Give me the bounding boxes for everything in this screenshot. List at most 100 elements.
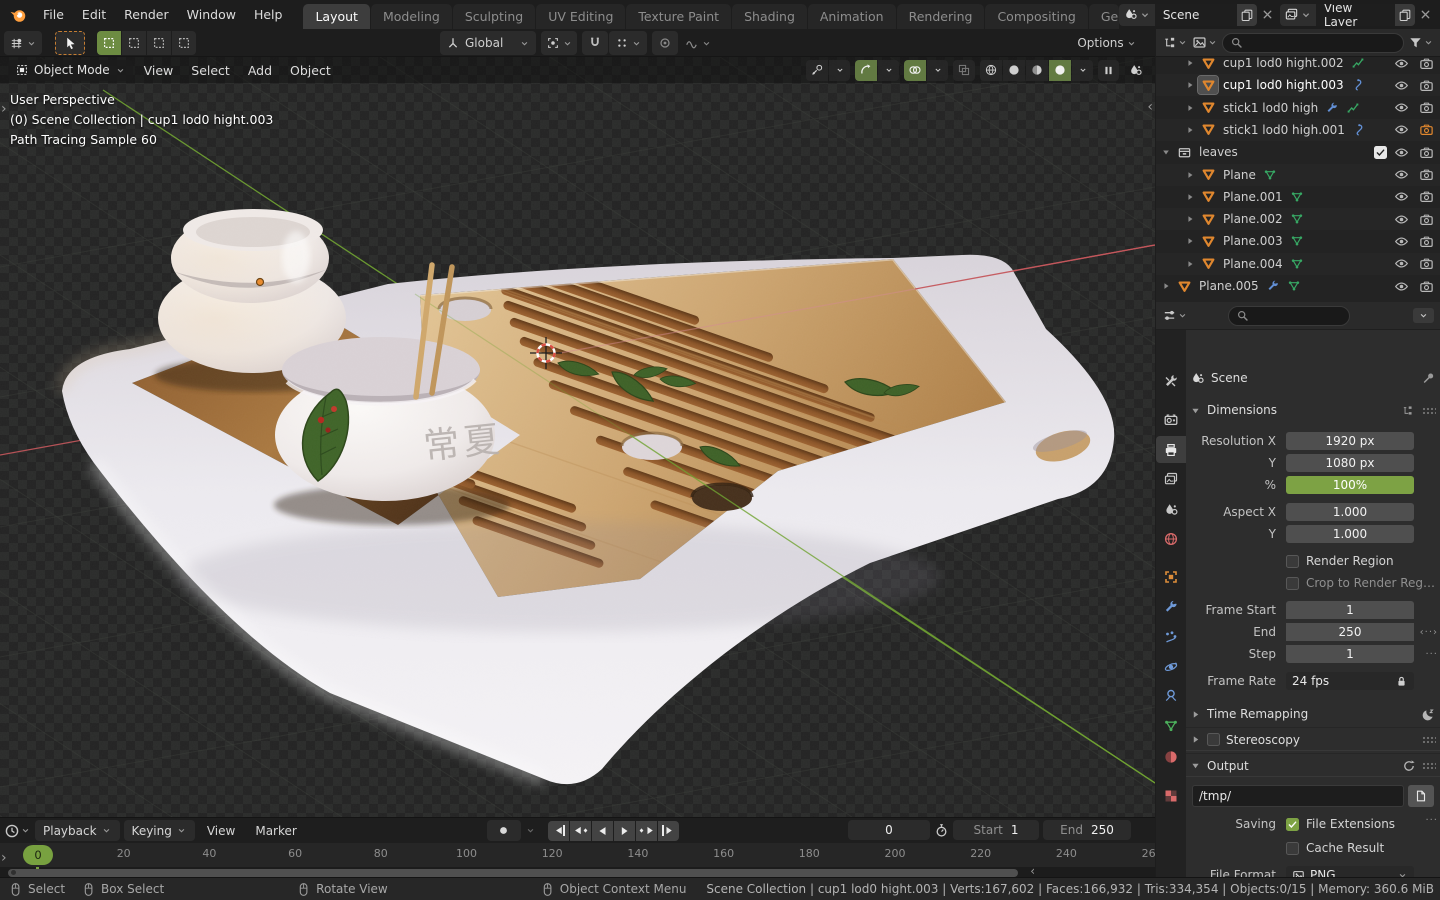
extras-decorator[interactable]: ···	[1425, 649, 1438, 660]
outliner-search-input[interactable]	[1222, 33, 1404, 53]
next-keyframe-button[interactable]	[636, 821, 657, 841]
properties-tab-output[interactable]	[1156, 436, 1186, 463]
blender-logo-icon[interactable]	[8, 5, 28, 25]
viewport-menu-object[interactable]: Object	[281, 63, 340, 78]
properties-tab-render[interactable]	[1156, 406, 1186, 433]
properties-tab-scene[interactable]	[1156, 496, 1186, 523]
pin-icon[interactable]	[1422, 371, 1436, 385]
keying-set-dropdown[interactable]	[525, 825, 536, 836]
overlays-dropdown[interactable]	[927, 60, 948, 81]
resolution-y-field[interactable]: 1080 px	[1286, 454, 1414, 472]
gizmo-options-dropdown[interactable]	[878, 60, 899, 81]
workspace-tab-rendering[interactable]: Rendering	[897, 4, 985, 29]
disable-in-renders-icon[interactable]	[1419, 122, 1434, 137]
menu-file[interactable]: File	[34, 0, 73, 29]
sidebar-expand-arrow[interactable]: ‹	[1147, 99, 1153, 115]
disclosure-triangle-icon[interactable]	[1185, 236, 1195, 246]
mode-dropdown[interactable]: Object Mode	[8, 60, 133, 81]
frame-start-field[interactable]: Start1	[953, 820, 1039, 840]
output-path-field[interactable]: /tmp/	[1192, 785, 1404, 807]
aspect-x-field[interactable]: 1.000	[1286, 503, 1414, 521]
panel-grip[interactable]	[1422, 407, 1436, 414]
workspace-tab-modeling[interactable]: Modeling	[371, 4, 452, 29]
disclosure-triangle-icon[interactable]	[1185, 170, 1195, 180]
current-frame-field[interactable]: 0	[848, 820, 930, 840]
disable-in-renders-icon[interactable]	[1419, 100, 1434, 115]
scene-unlink-button[interactable]	[1257, 8, 1278, 21]
outliner-row-plane-005[interactable]: Plane.005	[1156, 275, 1440, 297]
hide-in-viewport-icon[interactable]	[1394, 279, 1409, 294]
disable-in-renders-icon[interactable]	[1419, 167, 1434, 182]
time-remapping-panel-header[interactable]: Time Remapping	[1186, 702, 1440, 726]
outliner-row-plane-001[interactable]: Plane.001	[1156, 186, 1440, 208]
3d-viewport[interactable]: 常夏 Object Mode ViewSelectAddObject	[0, 57, 1155, 817]
workspace-tab-layout[interactable]: Layout	[303, 4, 370, 29]
select-mode-subtract-button[interactable]	[147, 31, 171, 55]
proportional-editing-button[interactable]	[652, 31, 678, 55]
outliner-row-plane-004[interactable]: Plane.004	[1156, 253, 1440, 275]
hide-in-viewport-icon[interactable]	[1394, 57, 1409, 71]
stereoscopy-panel-header[interactable]: Stereoscopy	[1186, 727, 1440, 751]
disable-in-renders-icon[interactable]	[1419, 145, 1434, 160]
timeline-scrollbar[interactable]	[8, 869, 1018, 877]
outliner-row-plane-002[interactable]: Plane.002	[1156, 208, 1440, 230]
view-layer-browse-button[interactable]	[1280, 4, 1316, 26]
gizmos-dropdown[interactable]	[829, 60, 850, 81]
outliner-row-stick1-lod0-high-001[interactable]: stick1 lod0 high.001	[1156, 119, 1440, 141]
render-region-checkbox[interactable]	[1286, 555, 1299, 568]
disable-in-renders-icon[interactable]	[1419, 78, 1434, 93]
disable-in-renders-icon[interactable]	[1419, 279, 1434, 294]
timeline-menu-keying[interactable]: Keying	[124, 820, 195, 841]
disable-in-renders-icon[interactable]	[1419, 212, 1434, 227]
prev-keyframe-button[interactable]	[570, 821, 591, 841]
properties-search-input[interactable]	[1228, 306, 1350, 326]
timeline-menu-playback[interactable]: Playback	[35, 820, 120, 841]
transform-orientation-dropdown[interactable]: Global	[440, 31, 536, 55]
properties-tab-view-layer[interactable]	[1156, 465, 1186, 492]
snap-toggle-button[interactable]	[582, 31, 608, 55]
properties-tab-particles[interactable]	[1156, 623, 1186, 650]
shading-material-button[interactable]	[1026, 60, 1048, 81]
frame-start-field[interactable]: 1	[1286, 601, 1414, 619]
outliner-row-leaves[interactable]: leaves	[1156, 141, 1440, 163]
outliner-row-stick1-lod0-high[interactable]: stick1 lod0 high	[1156, 97, 1440, 119]
file-extensions-checkbox[interactable]	[1286, 818, 1299, 831]
frame-end-field[interactable]: End250	[1043, 820, 1131, 840]
properties-tab-constraints[interactable]	[1156, 682, 1186, 709]
resolution-percent-slider[interactable]: 100%	[1286, 476, 1414, 494]
properties-tab-modifiers[interactable]	[1156, 593, 1186, 620]
view-layer-name-field[interactable]: View Layer	[1316, 4, 1395, 26]
animate-decorator[interactable]: ‹··›	[1420, 627, 1438, 638]
frame-step-field[interactable]: 1	[1286, 645, 1414, 663]
crop-to-render-region-checkbox[interactable]	[1286, 577, 1299, 590]
presets-icon[interactable]	[1401, 404, 1414, 417]
view-layer-new-button[interactable]	[1395, 4, 1415, 26]
timeline-expand-arrow[interactable]: ›	[1, 850, 7, 866]
disclosure-triangle-icon[interactable]	[1161, 281, 1171, 291]
workspace-tab-uv-editing[interactable]: UV Editing	[536, 4, 625, 29]
outliner-display-mode-dropdown[interactable]	[1162, 35, 1188, 50]
toolbar-expand-arrow[interactable]: ›	[1, 101, 7, 117]
pivot-point-dropdown[interactable]	[541, 31, 577, 55]
timeline-menu-marker[interactable]: Marker	[247, 824, 304, 838]
viewport-menu-view[interactable]: View	[135, 63, 183, 78]
disable-in-renders-icon[interactable]	[1419, 234, 1434, 249]
workspace-tab-geometry-nodes[interactable]: Geometry Nodes	[1089, 4, 1119, 29]
show-gizmos-button[interactable]	[806, 60, 828, 81]
workspace-tab-animation[interactable]: Animation	[808, 4, 896, 29]
disable-in-renders-icon[interactable]	[1419, 256, 1434, 271]
select-mode-set-button[interactable]	[97, 31, 121, 55]
dimensions-panel-header[interactable]: Dimensions	[1186, 398, 1440, 422]
hide-in-viewport-icon[interactable]	[1394, 167, 1409, 182]
scene-new-button[interactable]	[1237, 4, 1257, 26]
outliner-row-cup1-lod0-hight-003[interactable]: cup1 lod0 hight.003	[1156, 74, 1440, 96]
hide-in-viewport-icon[interactable]	[1394, 256, 1409, 271]
hide-in-viewport-icon[interactable]	[1394, 212, 1409, 227]
lock-icon[interactable]	[1395, 675, 1408, 688]
hide-in-viewport-icon[interactable]	[1394, 189, 1409, 204]
outliner-filter-dropdown[interactable]	[1408, 35, 1434, 50]
properties-display-dropdown[interactable]	[1162, 308, 1188, 323]
view-layer-remove-button[interactable]	[1415, 8, 1436, 21]
disclosure-triangle-icon[interactable]	[1185, 214, 1195, 224]
proportional-falloff-dropdown[interactable]	[679, 31, 717, 55]
